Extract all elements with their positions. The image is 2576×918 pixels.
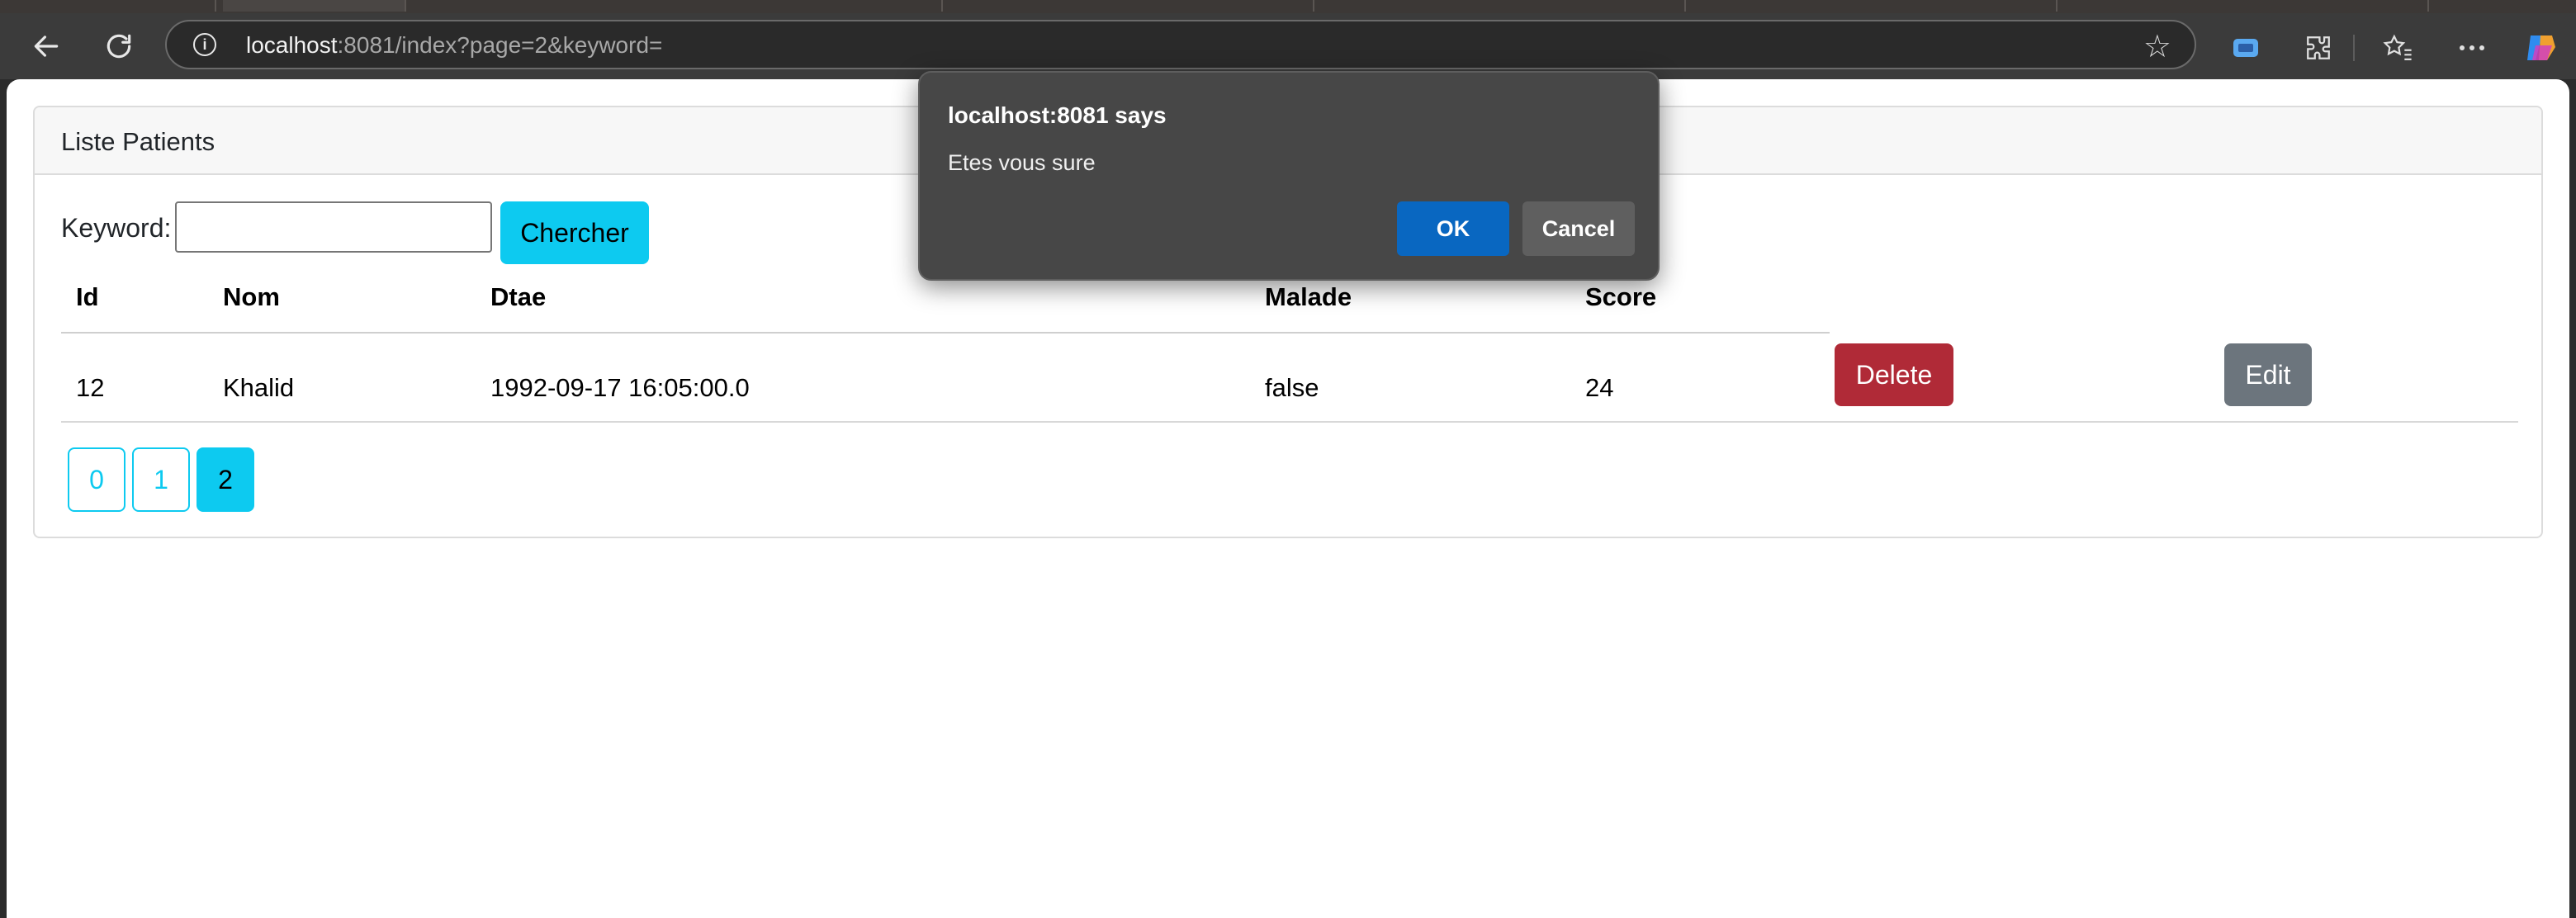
browser-tab[interactable] xyxy=(949,0,1314,12)
browser-tab[interactable] xyxy=(1321,0,1686,12)
dialog-ok-button[interactable]: OK xyxy=(1397,201,1509,256)
row-divider xyxy=(61,421,2518,423)
browser-tab-active[interactable] xyxy=(223,0,406,12)
cell-score: 24 xyxy=(1585,373,1614,402)
url-text[interactable]: localhost:8081/index?page=2&keyword= xyxy=(246,32,662,59)
page-button-0[interactable]: 0 xyxy=(68,447,125,512)
tab-strip xyxy=(0,0,2576,13)
column-header-malade: Malade xyxy=(1265,282,1352,311)
browser-tab[interactable] xyxy=(0,0,216,12)
confirm-dialog: localhost:8081 says Etes vous sure OK Ca… xyxy=(918,71,1660,281)
browser-toolbar: i localhost:8081/index?page=2&keyword= ☆ xyxy=(0,13,2576,79)
copilot-icon[interactable] xyxy=(2523,30,2559,66)
browser-tab[interactable] xyxy=(578,0,943,12)
column-header-nom: Nom xyxy=(223,282,280,311)
card-title: Liste Patients xyxy=(61,127,215,156)
browser-tab[interactable] xyxy=(2064,0,2429,12)
address-bar[interactable]: i localhost:8081/index?page=2&keyword= ☆ xyxy=(165,20,2196,69)
page-button-2[interactable]: 2 xyxy=(197,447,254,512)
header-divider xyxy=(61,332,1830,334)
column-header-date: Dtae xyxy=(490,282,547,311)
favorites-icon[interactable] xyxy=(2379,30,2416,66)
info-icon[interactable]: i xyxy=(193,33,216,56)
keyword-label: Keyword: xyxy=(61,213,172,243)
star-icon[interactable]: ☆ xyxy=(2143,28,2171,65)
refresh-icon[interactable] xyxy=(99,26,139,66)
more-icon[interactable] xyxy=(2454,30,2490,66)
url-host: localhost xyxy=(246,32,338,58)
column-header-id: Id xyxy=(76,282,99,311)
column-header-score: Score xyxy=(1585,282,1657,311)
cell-nom: Khalid xyxy=(223,373,295,402)
delete-button[interactable]: Delete xyxy=(1835,343,1953,406)
dialog-message: Etes vous sure xyxy=(948,150,1096,175)
url-path: :8081/index?page=2&keyword= xyxy=(337,32,663,58)
extensions-icon[interactable] xyxy=(2300,30,2337,66)
back-arrow-icon[interactable] xyxy=(26,26,66,66)
toolbar-divider xyxy=(2353,35,2355,61)
keyword-input[interactable] xyxy=(175,201,492,253)
cell-date: 1992-09-17 16:05:00.0 xyxy=(490,373,750,402)
dialog-title: localhost:8081 says xyxy=(948,102,1167,128)
search-button[interactable]: Chercher xyxy=(500,201,649,264)
cell-malade: false xyxy=(1265,373,1319,402)
dialog-cancel-button[interactable]: Cancel xyxy=(1522,201,1635,256)
page-button-1[interactable]: 1 xyxy=(132,447,190,512)
browser-tab[interactable] xyxy=(1693,0,2057,12)
cell-id: 12 xyxy=(76,373,105,402)
edit-button[interactable]: Edit xyxy=(2224,343,2312,406)
translate-icon[interactable] xyxy=(2228,30,2264,66)
